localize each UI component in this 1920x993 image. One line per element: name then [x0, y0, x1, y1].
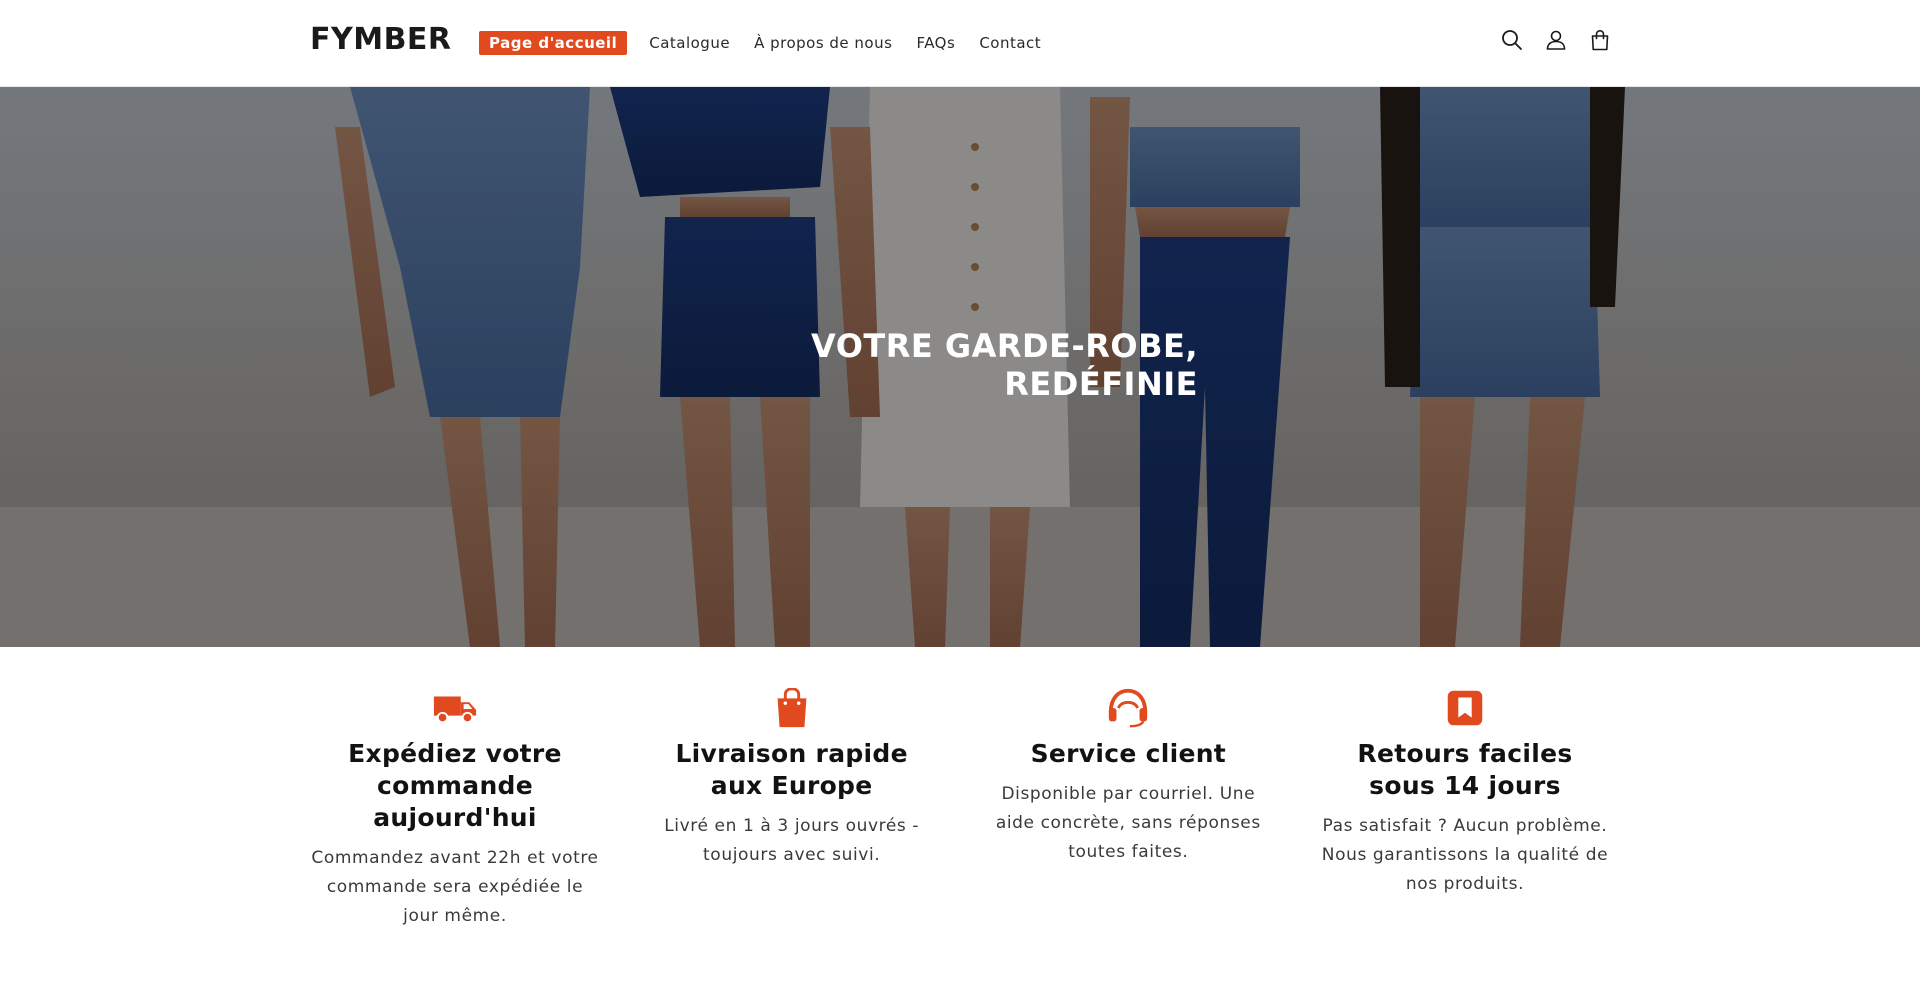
shopping-bag-icon [768, 688, 816, 728]
feature-text: Commandez avant 22h et votre commande se… [311, 848, 599, 926]
features-section: Expédiez votre commande aujourd'hui Comm… [310, 688, 1610, 931]
feature-support: Service client Disponible par courriel. … [983, 688, 1273, 931]
header-actions [1500, 28, 1612, 52]
headset-icon [1104, 688, 1152, 728]
main-nav: Page d'accueil Catalogue À propos de nou… [479, 30, 1055, 56]
feature-delivery: Livraison rapide aux Europe Livré en 1 à… [647, 688, 937, 931]
brand-logo[interactable]: FYMBER [310, 22, 452, 57]
bookmark-icon [1441, 688, 1489, 728]
feature-title: Expédiez votre commande aujourd'hui [348, 739, 562, 832]
hero-title: VOTRE GARDE-ROBE, REDÉFINIE [811, 327, 1198, 403]
account-icon[interactable] [1544, 28, 1568, 52]
cart-icon[interactable] [1588, 28, 1612, 52]
truck-icon [431, 688, 479, 728]
nav-item-contact[interactable]: Contact [969, 30, 1051, 56]
feature-shipping: Expédiez votre commande aujourd'hui Comm… [310, 688, 600, 931]
nav-item-home[interactable]: Page d'accueil [479, 31, 628, 55]
feature-text: Livré en 1 à 3 jours ouvrés - toujours a… [664, 816, 920, 865]
nav-item-about[interactable]: À propos de nous [744, 30, 902, 56]
feature-title: Retours faciles sous 14 jours [1357, 739, 1573, 800]
feature-text: Pas satisfait ? Aucun problème. Nous gar… [1321, 816, 1609, 894]
hero-banner: VOTRE GARDE-ROBE, REDÉFINIE [0, 87, 1920, 647]
feature-text: Disponible par courriel. Une aide concrè… [995, 784, 1261, 862]
nav-item-catalogue[interactable]: Catalogue [639, 30, 740, 56]
search-icon[interactable] [1500, 28, 1524, 52]
feature-title: Service client [1030, 739, 1227, 768]
site-header: FYMBER Page d'accueil Catalogue À propos… [0, 0, 1920, 87]
feature-returns: Retours faciles sous 14 jours Pas satisf… [1320, 688, 1610, 931]
nav-item-faqs[interactable]: FAQs [906, 30, 965, 56]
feature-title: Livraison rapide aux Europe [675, 739, 908, 800]
